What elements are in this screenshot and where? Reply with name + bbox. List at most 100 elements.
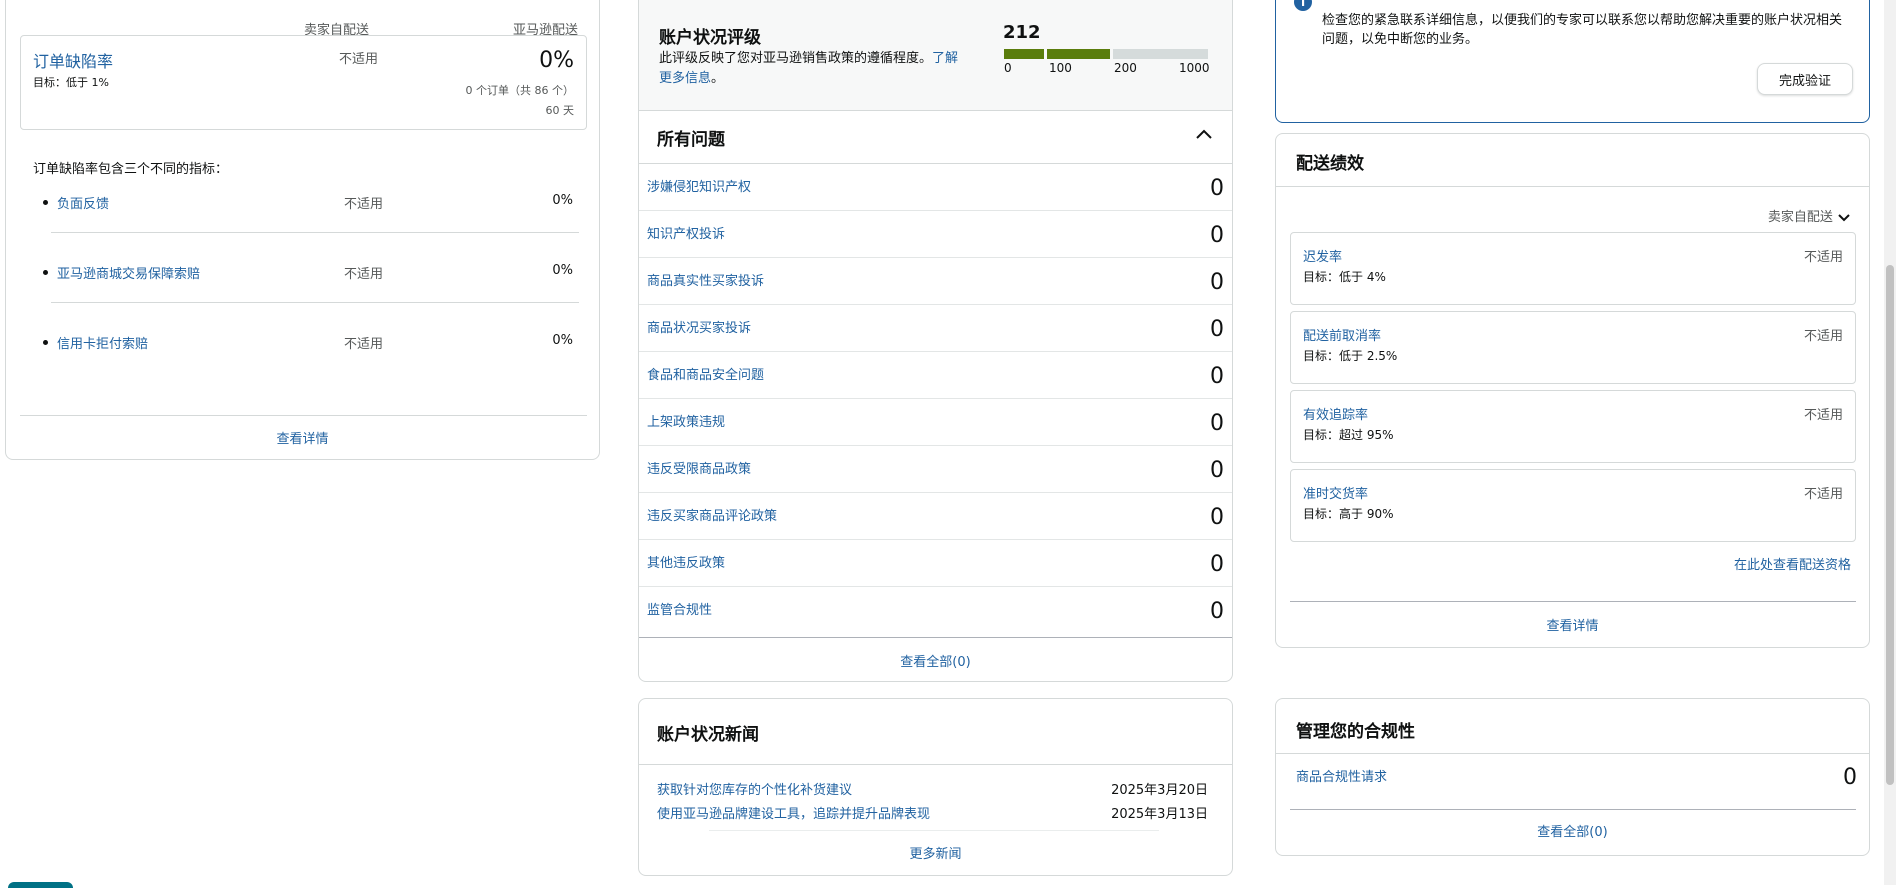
bullet [43, 200, 48, 205]
perf-item-name[interactable]: 迟发率 [1303, 246, 1342, 265]
odr-target: 目标：低于 1% [33, 76, 109, 89]
odr-period: 60 天 [545, 104, 575, 117]
collapse-chevron-icon[interactable] [1194, 125, 1214, 145]
issues-view-all-link[interactable]: 查看全部(0) [639, 651, 1232, 670]
issue-row[interactable]: 知识产权投诉 0 [639, 211, 1232, 258]
compliance-view-all-link[interactable]: 查看全部(0) [1276, 821, 1869, 840]
issue-name[interactable]: 涉嫌侵犯知识产权 [647, 176, 751, 195]
complete-verification-button[interactable]: 完成验证 [1757, 63, 1853, 95]
news-title: 账户状况新闻 [657, 725, 759, 745]
bullet [43, 340, 48, 345]
odr-mfn-value: 不适用 [339, 52, 379, 67]
metric-negative-feedback-link[interactable]: 负面反馈 [57, 193, 109, 212]
chevron-down-icon [1838, 213, 1850, 221]
compliance-title: 管理您的合规性 [1296, 722, 1415, 742]
news-date: 2025年3月13日 [1111, 807, 1208, 822]
issue-row[interactable]: 违反受限商品政策 0 [639, 446, 1232, 493]
issue-row[interactable]: 涉嫌侵犯知识产权 0 [639, 164, 1232, 211]
issue-row[interactable]: 商品真实性买家投诉 0 [639, 258, 1232, 305]
product-compliance-request-link[interactable]: 商品合规性请求 [1296, 766, 1387, 785]
more-news-link[interactable]: 更多新闻 [639, 843, 1232, 862]
issues-title: 所有问题 [657, 130, 725, 150]
rating-desc-text: 此评级反映了您对亚马逊销售政策的遵循程度。 [659, 51, 933, 66]
perf-item-value: 不适用 [1803, 408, 1843, 423]
issue-row[interactable]: 食品和商品安全问题 0 [639, 352, 1232, 399]
rating-score: 212 [1003, 22, 1041, 43]
rating-bar-seg-200-1000 [1113, 49, 1208, 59]
rating-bar [1004, 49, 1208, 59]
odr-summary: 订单缺陷率 目标：低于 1% 不适用 0% 0 个订单（共 86 个） 60 天 [20, 35, 587, 130]
bullet [43, 270, 48, 275]
issue-count: 0 [1210, 270, 1224, 295]
perf-item-target: 目标：低于 4% [1303, 270, 1386, 284]
metric-mfn: 不适用 [344, 337, 384, 352]
rating-bar-seg-0-100 [1004, 49, 1044, 59]
odr-title-link[interactable]: 订单缺陷率 [33, 48, 113, 72]
odr-intro: 订单缺陷率包含三个不同的指标： [33, 162, 229, 177]
perf-item-value: 不适用 [1803, 329, 1843, 344]
issue-count: 0 [1210, 505, 1224, 530]
perf-item-name[interactable]: 准时交货率 [1303, 483, 1368, 502]
metric-afn: 0% [552, 333, 573, 348]
page-scrollbar-thumb[interactable] [1886, 265, 1894, 785]
issue-count: 0 [1210, 317, 1224, 342]
issue-name[interactable]: 食品和商品安全问题 [647, 364, 764, 383]
issue-row[interactable]: 监管合规性 0 [639, 587, 1232, 638]
fulfillment-filter-dropdown[interactable]: 卖家自配送 [1768, 206, 1851, 225]
rating-desc: 此评级反映了您对亚马逊销售政策的遵循程度。了解更多信息。 [659, 49, 969, 89]
issue-name[interactable]: 商品状况买家投诉 [647, 317, 751, 336]
issue-row[interactable]: 商品状况买家投诉 0 [639, 305, 1232, 352]
compliance-header-divider [1276, 753, 1869, 754]
news-divider [639, 764, 1232, 765]
issue-count: 0 [1210, 552, 1224, 577]
odr-afn-value: 0% [539, 48, 574, 73]
shipping-header-divider [1276, 186, 1869, 187]
perf-item-late-shipment: 迟发率 目标：低于 4% 不适用 [1290, 232, 1856, 305]
issue-count: 0 [1210, 458, 1224, 483]
news-item-link[interactable]: 使用亚马逊品牌建设工具，追踪并提升品牌表现 [657, 803, 930, 822]
issue-row[interactable]: 上架政策违规 0 [639, 399, 1232, 446]
floating-button-edge[interactable] [8, 882, 73, 888]
metric-chargeback-link[interactable]: 信用卡拒付索赔 [57, 333, 148, 352]
perf-item-target: 目标：高于 90% [1303, 507, 1394, 521]
metric-afn: 0% [552, 263, 573, 278]
perf-item-name[interactable]: 配送前取消率 [1303, 325, 1381, 344]
issue-count: 0 [1210, 223, 1224, 248]
news-date: 2025年3月20日 [1111, 783, 1208, 798]
rating-tick-100: 100 [1049, 61, 1072, 75]
perf-item-on-time-delivery: 准时交货率 目标：高于 90% 不适用 [1290, 469, 1856, 542]
rating-tick-200: 200 [1114, 61, 1137, 75]
issue-count: 0 [1210, 364, 1224, 389]
issue-name[interactable]: 违反受限商品政策 [647, 458, 751, 477]
metric-afn: 0% [552, 193, 573, 208]
issue-name[interactable]: 知识产权投诉 [647, 223, 725, 242]
issue-name[interactable]: 其他违反政策 [647, 552, 725, 571]
metric-mfn: 不适用 [344, 267, 384, 282]
issue-name[interactable]: 监管合规性 [647, 599, 712, 618]
odr-card: 卖家自配送 亚马逊配送 订单缺陷率 目标：低于 1% 不适用 0% 0 个订单（… [5, 0, 600, 460]
odr-orders: 0 个订单（共 86 个） [465, 84, 575, 97]
issue-count: 0 [1210, 411, 1224, 436]
issue-row[interactable]: 其他违反政策 0 [639, 540, 1232, 587]
metric-a-to-z-link[interactable]: 亚马逊商城交易保障索赔 [57, 263, 200, 282]
rating-tick-0: 0 [1004, 61, 1012, 75]
issue-name[interactable]: 违反买家商品评论政策 [647, 505, 777, 524]
shipping-title: 配送绩效 [1296, 154, 1364, 174]
perf-item-target: 目标：低于 2.5% [1303, 349, 1398, 363]
shipping-footer-divider [1290, 601, 1856, 602]
issue-name[interactable]: 上架政策违规 [647, 411, 725, 430]
page-scrollbar[interactable] [1884, 0, 1896, 885]
issues-panel: 所有问题 涉嫌侵犯知识产权 0 知识产权投诉 0 商品真实性买家投诉 0 商品状… [638, 110, 1233, 682]
info-icon: i [1294, 0, 1312, 11]
shipping-eligibility-link[interactable]: 在此处查看配送资格 [1734, 554, 1851, 573]
perf-item-name[interactable]: 有效追踪率 [1303, 404, 1368, 423]
odr-view-details-link[interactable]: 查看详情 [6, 428, 599, 447]
issue-name[interactable]: 商品真实性买家投诉 [647, 270, 764, 289]
perf-item-valid-tracking: 有效追踪率 目标：超过 95% 不适用 [1290, 390, 1856, 463]
news-item-link[interactable]: 获取针对您库存的个性化补货建议 [657, 779, 852, 798]
fulfillment-filter-label: 卖家自配送 [1767, 210, 1833, 225]
issue-row[interactable]: 违反买家商品评论政策 0 [639, 493, 1232, 540]
compliance-card: 管理您的合规性 商品合规性请求 0 查看全部(0) [1275, 698, 1870, 856]
shipping-view-details-link[interactable]: 查看详情 [1276, 615, 1869, 634]
verify-card: i 检查您的紧急联系详细信息，以便我们的专家可以联系您以帮助您解决重要的账户状况… [1275, 0, 1870, 123]
